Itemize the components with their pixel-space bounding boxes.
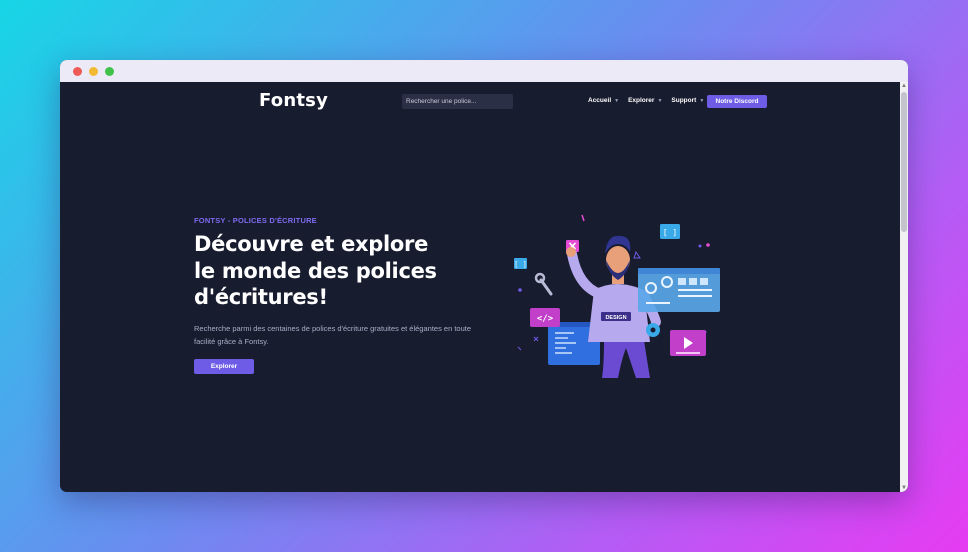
gear-icon [646, 323, 660, 337]
scroll-up-icon[interactable]: ▲ [901, 83, 907, 89]
svg-text:DESIGN: DESIGN [605, 315, 626, 321]
page-scrollbar[interactable]: ▲ ▼ [900, 82, 908, 492]
nav-item-support[interactable]: Support ▼ [671, 97, 704, 104]
play-icon [670, 330, 706, 356]
svg-text:[ ]: [ ] [663, 228, 677, 237]
hero-headline: Découvre et explore le monde des polices… [194, 232, 437, 309]
browser-titlebar [60, 60, 908, 83]
browser-window: Fontsy Accueil▼ Explorer▼ Support▼ Notre… [60, 60, 908, 492]
close-window-button[interactable] [73, 67, 82, 76]
bracket-tile-left: [ ] [514, 258, 527, 269]
code-icon: </> [530, 308, 560, 327]
chevron-down-icon: ▼ [657, 97, 663, 104]
nav-item-explorer[interactable]: Explorer ▼ [628, 97, 662, 104]
minimize-window-button[interactable] [89, 67, 98, 76]
chevron-down-icon: ▼ [699, 97, 705, 104]
hero-eyebrow: FONTSY - POLICES D'ÉCRITURE [194, 216, 317, 225]
scrollbar-thumb[interactable] [901, 92, 907, 232]
search-input[interactable] [402, 94, 513, 109]
nav-item-label: Accueil [588, 97, 612, 104]
nav-item-label: Explorer [628, 97, 655, 104]
wrench-icon [534, 272, 553, 296]
explore-button[interactable]: Explorer [194, 359, 254, 374]
site-logo[interactable]: Fontsy [259, 90, 328, 111]
svg-text:[ ]: [ ] [514, 261, 527, 269]
discord-button[interactable]: Notre Discord [707, 95, 767, 108]
hero-illustration: [ ] [ ] </> DESIGN [514, 214, 720, 378]
page-viewport: Fontsy Accueil▼ Explorer▼ Support▼ Notre… [60, 82, 900, 492]
dashboard-panel [638, 268, 720, 312]
main-nav: Accueil ▼ Explorer ▼ Support ▼ [588, 97, 713, 104]
chevron-down-icon: ▼ [614, 97, 620, 104]
scroll-down-icon[interactable]: ▼ [901, 485, 907, 491]
svg-text:</>: </> [537, 314, 554, 324]
bracket-tile-right: [ ] [660, 224, 680, 239]
maximize-window-button[interactable] [105, 67, 114, 76]
nav-item-label: Support [671, 97, 697, 104]
nav-item-accueil[interactable]: Accueil ▼ [588, 97, 619, 104]
hero-description: Recherche parmi des centaines de polices… [194, 324, 472, 346]
